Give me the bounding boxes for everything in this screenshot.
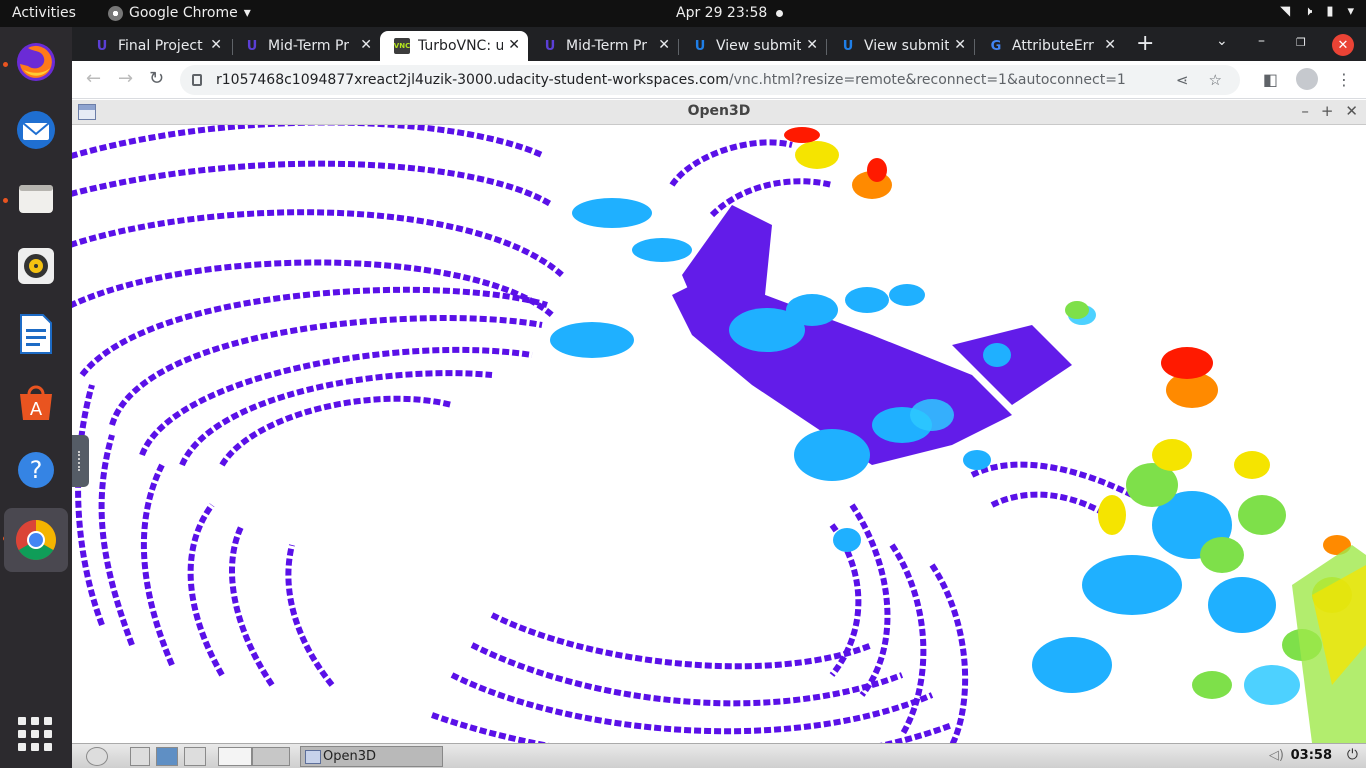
volume-icon: 🕨	[1304, 4, 1313, 19]
app-menu-label: Google Chrome	[129, 5, 238, 21]
tab-strip: U Final Project ✕ U Mid-Term Pr ✕ VNC Tu…	[72, 27, 1366, 61]
tab-title: Mid-Term Pr	[566, 38, 647, 54]
running-indicator	[3, 198, 8, 203]
svg-text:?: ?	[30, 456, 43, 484]
software-center-icon[interactable]: A	[10, 376, 62, 428]
tab-title: Mid-Term Pr	[268, 38, 349, 54]
tab-view-submission-2[interactable]: U View submit ✕	[826, 31, 974, 61]
workspace-2[interactable]	[252, 747, 290, 766]
lock-icon[interactable]	[192, 74, 202, 86]
close-tab-icon[interactable]: ✕	[210, 37, 222, 53]
vnc-taskbar: Open3D ◁) 03:58 ⏻	[72, 743, 1366, 768]
udacity-icon: U	[246, 38, 258, 54]
point-cloud-view[interactable]	[72, 125, 1366, 743]
tab-attribute-error[interactable]: G AttributeErr ✕	[974, 31, 1124, 61]
close-tab-icon[interactable]: ✕	[360, 37, 372, 53]
side-panel-icon[interactable]: ◧	[1263, 70, 1278, 89]
show-applications-icon[interactable]	[18, 717, 52, 751]
reload-icon[interactable]: ↻	[149, 68, 164, 89]
notification-dot	[776, 10, 783, 17]
vnc-clock[interactable]: 03:58	[1291, 748, 1332, 763]
browser-toolbar: ← → ↻ r1057468c1094877xreact2jl4uzik-300…	[72, 61, 1366, 99]
start-menu-icon[interactable]	[86, 747, 108, 766]
clock[interactable]: Apr 29 23:58	[676, 5, 767, 21]
activities-button[interactable]: Activities	[12, 5, 76, 21]
address-bar[interactable]: r1057468c1094877xreact2jl4uzik-3000.udac…	[180, 65, 1240, 95]
udacity-u-icon: U	[694, 38, 706, 54]
help-icon[interactable]: ?	[10, 444, 62, 496]
forward-icon[interactable]: →	[118, 68, 133, 89]
wifi-icon: ◥	[1280, 4, 1291, 19]
rhythmbox-icon[interactable]	[10, 240, 62, 292]
close-tab-icon[interactable]: ✕	[954, 37, 966, 53]
dock: A ?	[0, 27, 72, 768]
taskbar-item-open3d[interactable]: Open3D	[300, 746, 443, 767]
vnc-sidebar-handle[interactable]	[72, 435, 89, 487]
app-menu[interactable]: Google Chrome ▾	[108, 5, 251, 21]
open3d-canvas[interactable]	[72, 125, 1366, 743]
caret-down-icon: ▾	[243, 5, 251, 21]
files-icon[interactable]	[10, 172, 62, 224]
close-tab-icon[interactable]: ✕	[658, 37, 670, 53]
udacity-u-icon: U	[842, 38, 854, 54]
close-tab-icon[interactable]: ✕	[508, 37, 520, 53]
restore-icon[interactable]: ❐	[1296, 36, 1306, 49]
google-icon: G	[990, 38, 1002, 54]
url-host: r1057468c1094877xreact2jl4uzik-3000.udac…	[216, 72, 729, 88]
tab-title: View submit	[716, 38, 801, 54]
file-manager-icon[interactable]	[130, 747, 150, 766]
tab-title: TurboVNC: u	[418, 38, 503, 54]
thunderbird-icon[interactable]	[10, 104, 62, 156]
profile-avatar[interactable]	[1296, 68, 1318, 90]
close-icon[interactable]: ✕	[1345, 102, 1358, 120]
more-menu-icon[interactable]: ⋮	[1336, 70, 1352, 89]
power-icon[interactable]: ⏻	[1347, 747, 1358, 763]
tab-title: View submit	[864, 38, 949, 54]
minimize-icon[interactable]: –	[1301, 102, 1309, 120]
writer-icon[interactable]	[10, 308, 62, 360]
running-indicator	[3, 62, 8, 67]
new-tab-icon[interactable]: +	[1136, 31, 1154, 56]
vnc-icon: VNC	[394, 38, 410, 54]
open3d-title: Open3D	[687, 103, 751, 119]
udacity-icon: U	[96, 38, 108, 54]
chrome-dock-icon[interactable]	[4, 508, 68, 572]
close-tab-icon[interactable]: ✕	[1104, 37, 1116, 53]
system-menu[interactable]: ◥ 🕨 ▮ ▾	[1280, 4, 1354, 19]
battery-icon: ▮	[1326, 4, 1334, 19]
caret-down-icon: ▾	[1347, 4, 1354, 19]
url-path: /vnc.html?resize=remote&reconnect=1&auto…	[728, 72, 1126, 88]
bookmark-star-icon[interactable]: ☆	[1209, 71, 1222, 89]
close-tab-icon[interactable]: ✕	[806, 37, 818, 53]
tab-title: Final Project	[118, 38, 203, 54]
volume-icon[interactable]: ◁)	[1269, 748, 1284, 763]
maximize-icon[interactable]: +	[1321, 102, 1334, 120]
desktop-icon[interactable]	[156, 747, 178, 766]
gnome-top-bar: Activities Google Chrome ▾ Apr 29 23:58 …	[0, 0, 1366, 27]
tab-view-submission-1[interactable]: U View submit ✕	[678, 31, 826, 61]
tab-mid-term-2[interactable]: U Mid-Term Pr ✕	[528, 31, 678, 61]
tab-search-icon[interactable]: ⌄	[1216, 33, 1228, 49]
share-icon[interactable]: ⋖	[1176, 71, 1189, 89]
firefox-icon[interactable]	[10, 36, 62, 88]
udacity-icon: U	[544, 38, 556, 54]
back-icon[interactable]: ←	[86, 68, 101, 89]
tab-final-project[interactable]: U Final Project ✕	[80, 31, 230, 61]
tab-title: AttributeErr	[1012, 38, 1094, 54]
minimize-icon[interactable]: –	[1258, 33, 1265, 49]
tab-turbovnc[interactable]: VNC TurboVNC: u ✕	[380, 31, 528, 61]
chrome-icon	[108, 5, 123, 21]
chrome-window: U Final Project ✕ U Mid-Term Pr ✕ VNC Tu…	[72, 27, 1366, 768]
workspace-1[interactable]	[218, 747, 252, 766]
svg-text:A: A	[30, 399, 43, 420]
close-window-icon[interactable]: ✕	[1332, 34, 1354, 56]
terminal-icon[interactable]	[184, 747, 206, 766]
tab-mid-term-1[interactable]: U Mid-Term Pr ✕	[230, 31, 380, 61]
open3d-titlebar[interactable]: Open3D – + ✕	[72, 100, 1366, 125]
